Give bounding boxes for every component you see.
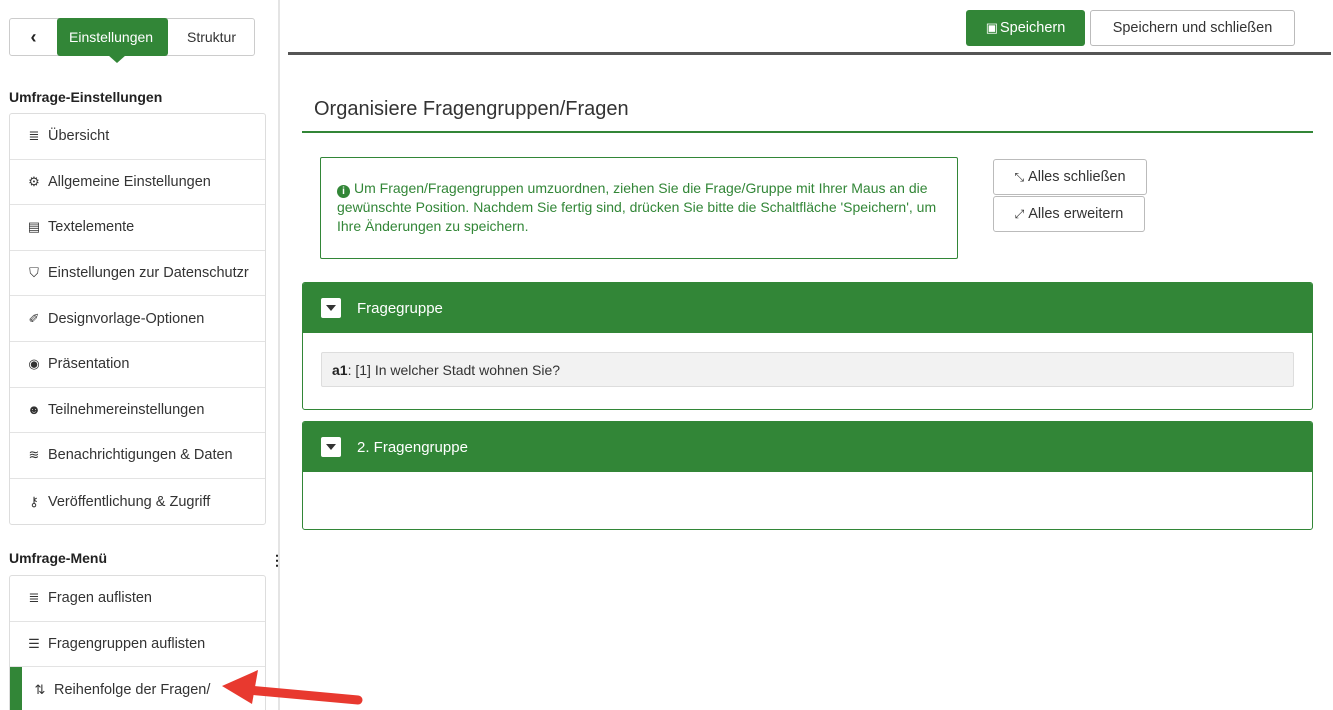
expand-all-label: Alles erweitern	[1028, 206, 1124, 222]
sidebar-tab-bar: ‹ Einstellungen Struktur	[9, 18, 255, 56]
save-button-label: Speichern	[1000, 20, 1066, 36]
sidebar-item-presentation[interactable]: ◉ Präsentation	[10, 342, 265, 388]
expand-icon: ⤢	[1014, 206, 1025, 221]
expand-all-button[interactable]: ⤢ Alles erweitern	[993, 196, 1145, 232]
sidebar-item-participants[interactable]: ☻ Teilnehmereinstellungen	[10, 388, 265, 434]
question-group[interactable]: Fragegruppe a1: [1] In welcher Stadt woh…	[302, 282, 1313, 410]
collapse-all-label: Alles schließen	[1028, 169, 1126, 185]
sidebar-item-publication-access[interactable]: ⚷ Veröffentlichung & Zugriff	[10, 479, 265, 525]
compress-icon: ⤡	[1014, 169, 1025, 184]
reorder-icon: ⇅	[34, 681, 46, 697]
sidebar-resize-handle[interactable]: ⋮	[270, 552, 284, 569]
title-divider	[302, 131, 1313, 133]
sidebar-item-label: Reihenfolge der Fragen/	[54, 681, 211, 698]
sidebar-item-label: Benachrichtigungen & Daten	[48, 447, 233, 464]
sidebar-item-theme-options[interactable]: ✐ Designvorlage-Optionen	[10, 296, 265, 342]
users-icon: ☻	[27, 402, 41, 418]
gears-icon: ⚙	[28, 173, 40, 189]
info-icon: i	[337, 185, 350, 198]
info-alert: i Um Fragen/Fragengruppen umzuordnen, zie…	[320, 157, 958, 259]
floppy-icon: ▣	[985, 20, 998, 35]
back-button[interactable]: ‹	[10, 19, 57, 55]
collapse-all-button[interactable]: ⤡ Alles schließen	[993, 159, 1147, 195]
group-header[interactable]: Fragegruppe	[303, 283, 1312, 333]
sidebar-item-list-questions[interactable]: ≣ Fragen auflisten	[10, 576, 265, 622]
caret-down-icon[interactable]	[321, 437, 341, 457]
sidebar-item-notifications[interactable]: ≋ Benachrichtigungen & Daten	[10, 433, 265, 479]
sidebar-item-label: Einstellungen zur Datenschutzr	[48, 265, 249, 282]
sidebar-item-label: Designvorlage-Optionen	[48, 310, 205, 327]
page-title: Organisiere Fragengruppen/Fragen	[314, 98, 629, 120]
section-title-settings: Umfrage-Einstellungen	[9, 89, 163, 105]
sidebar-item-text-elements[interactable]: ▤ Textelemente	[10, 205, 265, 251]
info-text: Um Fragen/Fragengruppen umzuordnen, zieh…	[337, 180, 937, 234]
sidebar-item-label: Präsentation	[48, 356, 130, 373]
list-bold-icon: ☰	[28, 635, 40, 651]
section-title-survey-menu: Umfrage-Menü	[9, 550, 108, 566]
sidebar-item-label: Fragen auflisten	[48, 590, 152, 607]
sidebar-item-overview[interactable]: ≣ Übersicht	[10, 114, 265, 160]
sidebar-item-label: Übersicht	[48, 128, 110, 145]
save-button[interactable]: ▣ Speichern	[966, 10, 1085, 46]
active-tab-pointer	[108, 55, 126, 63]
sidebar-item-list-groups[interactable]: ☰ Fragengruppen auflisten	[10, 622, 265, 668]
sidebar-item-general-settings[interactable]: ⚙ Allgemeine Einstellungen	[10, 160, 265, 206]
group-title: Fragegruppe	[357, 299, 443, 317]
sidebar-item-label: Fragengruppen auflisten	[48, 635, 206, 652]
save-and-close-button[interactable]: Speichern und schließen	[1090, 10, 1295, 46]
list-icon: ≣	[28, 590, 40, 606]
group-header[interactable]: 2. Fragengruppe	[303, 422, 1312, 472]
sidebar: ‹ Einstellungen Struktur Umfrage-Einstel…	[0, 0, 270, 710]
document-icon: ▤	[27, 219, 41, 235]
list-icon: ≣	[28, 128, 40, 144]
settings-menu: ≣ Übersicht ⚙ Allgemeine Einstellungen ▤…	[9, 113, 266, 526]
tab-settings[interactable]: Einstellungen	[57, 18, 168, 56]
sidebar-item-label: Textelemente	[48, 219, 135, 236]
sidebar-item-label: Teilnehmereinstellungen	[48, 401, 205, 418]
group-title: 2. Fragengruppe	[357, 438, 468, 456]
tab-structure[interactable]: Struktur	[168, 19, 255, 55]
annotation-arrow-icon	[222, 670, 363, 705]
chevron-left-icon: ‹	[30, 26, 37, 47]
group-body: a1: [1] In welcher Stadt wohnen Sie?	[303, 333, 1312, 406]
sidebar-divider	[278, 0, 280, 710]
caret-down-icon[interactable]	[321, 298, 341, 318]
brush-icon: ✐	[28, 310, 40, 326]
question-item[interactable]: a1: [1] In welcher Stadt wohnen Sie?	[321, 352, 1294, 387]
sidebar-item-privacy[interactable]: ⛉ Einstellungen zur Datenschutzr	[10, 251, 265, 297]
question-code: a1	[332, 361, 348, 378]
question-text: : [1] In welcher Stadt wohnen Sie?	[347, 361, 561, 378]
sidebar-item-label: Allgemeine Einstellungen	[48, 173, 211, 190]
group-body	[303, 472, 1312, 510]
key-icon: ⚷	[29, 493, 39, 509]
top-toolbar: ▣ Speichern Speichern und schließen	[288, 0, 1331, 55]
rss-icon: ≋	[28, 447, 40, 463]
sidebar-item-label: Veröffentlichung & Zugriff	[48, 493, 211, 510]
eye-slash-icon: ◉	[28, 356, 40, 372]
question-group[interactable]: 2. Fragengruppe	[302, 421, 1313, 530]
shield-icon: ⛉	[29, 265, 39, 281]
